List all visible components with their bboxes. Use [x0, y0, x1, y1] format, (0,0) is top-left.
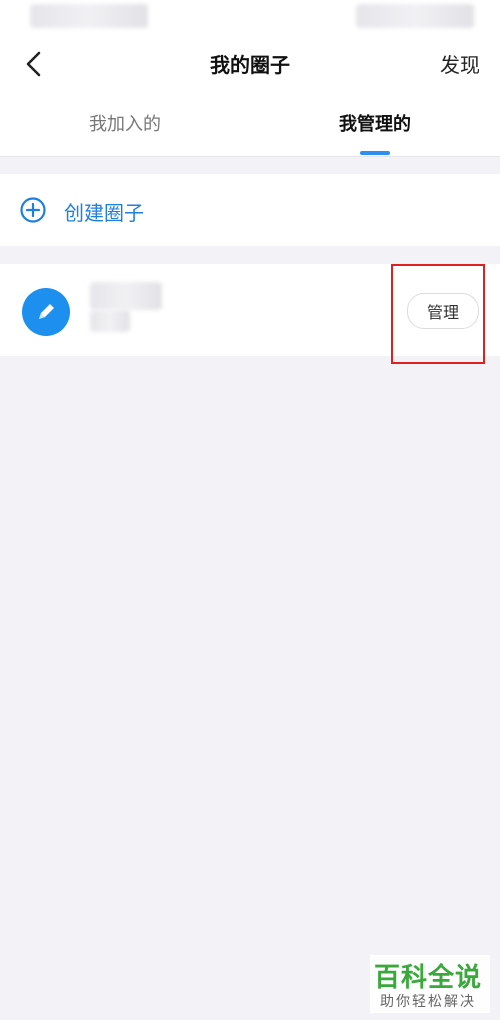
create-circle-label: 创建圈子 — [64, 201, 144, 225]
tab-managed[interactable]: 我管理的 — [250, 110, 500, 136]
pencil-icon — [39, 304, 54, 319]
watermark-logo: 百科全说 助你轻松解决 — [370, 955, 490, 1013]
circle-avatar — [22, 288, 70, 336]
active-tab-indicator — [360, 151, 390, 155]
manage-button[interactable]: 管理 — [407, 293, 479, 329]
circle-list-item[interactable]: 管理 — [0, 264, 500, 356]
watermark-subtitle: 助你轻松解决 — [380, 994, 476, 1010]
circle-name-blurred — [90, 282, 162, 310]
discover-link[interactable]: 发现 — [440, 49, 480, 78]
create-circle-button[interactable]: 创建圈子 — [0, 174, 500, 246]
status-bar-left-blurred — [30, 4, 148, 28]
status-bar — [0, 0, 500, 36]
tab-bar: 我加入的 我管理的 — [0, 90, 500, 157]
tab-joined[interactable]: 我加入的 — [0, 110, 250, 136]
plus-circle-icon — [20, 197, 46, 223]
nav-bar: 我的圈子 发现 — [0, 36, 500, 90]
circle-info-blurred — [90, 310, 130, 332]
status-bar-right-blurred — [356, 4, 474, 28]
watermark-title: 百科全说 — [374, 963, 483, 993]
page-title: 我的圈子 — [210, 53, 290, 77]
